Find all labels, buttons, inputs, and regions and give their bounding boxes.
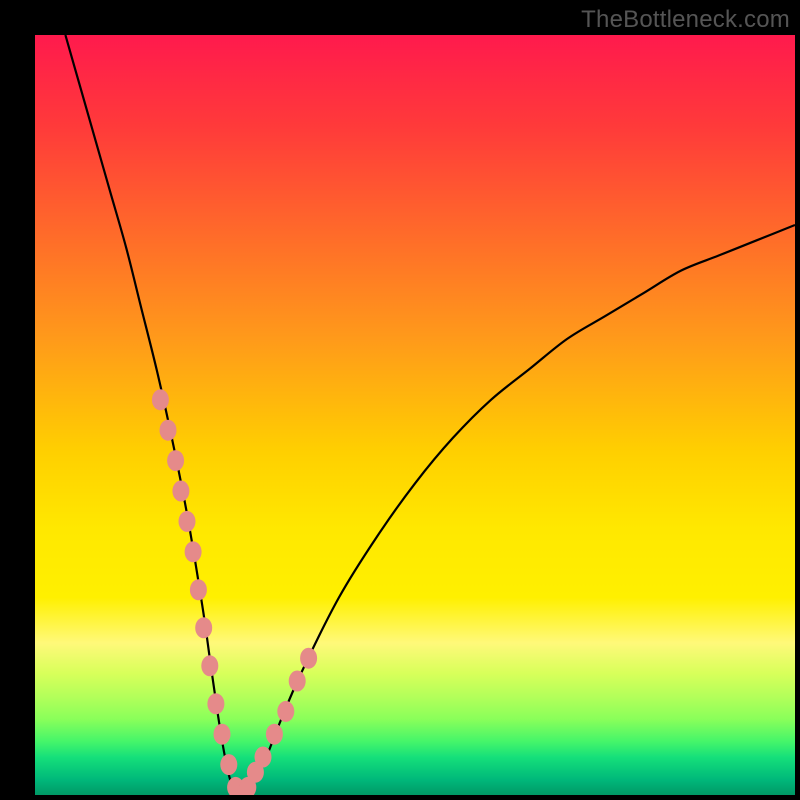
bottleneck-curve-svg bbox=[35, 35, 795, 795]
curve-marker bbox=[289, 671, 306, 692]
curve-marker bbox=[266, 724, 283, 745]
curve-marker bbox=[185, 541, 202, 562]
curve-marker bbox=[152, 389, 169, 410]
curve-markers bbox=[152, 389, 317, 795]
curve-marker bbox=[277, 701, 294, 722]
curve-marker bbox=[160, 420, 177, 441]
curve-marker bbox=[220, 754, 237, 775]
bottleneck-curve-path bbox=[65, 35, 795, 795]
curve-marker bbox=[207, 693, 224, 714]
curve-marker bbox=[201, 655, 218, 676]
curve-marker bbox=[172, 481, 189, 502]
curve-marker bbox=[300, 648, 317, 669]
curve-marker bbox=[214, 724, 231, 745]
curve-marker bbox=[167, 450, 184, 471]
plot-area bbox=[35, 35, 795, 795]
curve-marker bbox=[179, 511, 196, 532]
chart-frame: TheBottleneck.com bbox=[0, 0, 800, 800]
curve-marker bbox=[255, 747, 272, 768]
curve-marker bbox=[190, 579, 207, 600]
curve-marker bbox=[195, 617, 212, 638]
watermark-text: TheBottleneck.com bbox=[581, 6, 790, 34]
